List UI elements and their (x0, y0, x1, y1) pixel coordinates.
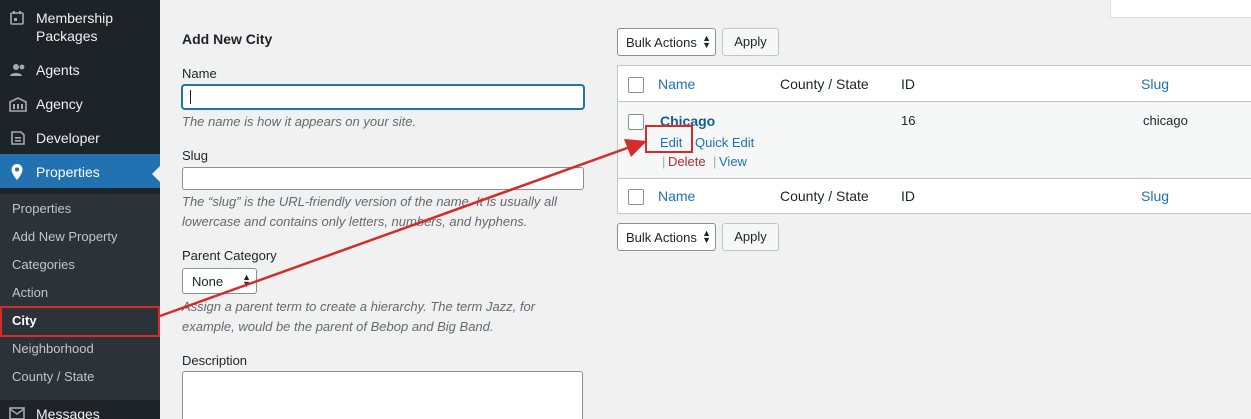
menu-label-agents: Agents (36, 62, 80, 78)
slug-help-line1: The “slug” is the URL-friendly version o… (182, 194, 557, 209)
calendar-icon (9, 10, 27, 28)
select-all-checkbox-footer[interactable] (628, 189, 644, 205)
column-name[interactable]: Name (658, 76, 695, 92)
submenu-item-add-new-property[interactable]: Add New Property (12, 228, 118, 246)
location-pin-icon (9, 163, 27, 181)
submenu-item-county-state[interactable]: County / State (12, 368, 94, 386)
admin-sidebar: Membership Packages Agents Agency Develo… (0, 0, 160, 419)
column-id: ID (901, 76, 915, 92)
parent-category-value: None (192, 274, 224, 289)
building-icon (9, 96, 27, 114)
apply-button-top[interactable]: Apply (722, 28, 779, 56)
menu-label-developer: Developer (36, 130, 100, 146)
select-arrows-icon: ▲ ▼ (702, 228, 711, 245)
select-all-checkbox[interactable] (628, 77, 644, 93)
bulk-actions-label: Bulk Actions (626, 35, 697, 50)
slug-input[interactable] (182, 167, 584, 190)
form-title: Add New City (182, 31, 273, 47)
text-caret (190, 90, 191, 104)
menu-item-membership-packages[interactable]: Membership Packages (0, 9, 160, 49)
quick-edit-link[interactable]: Quick Edit (695, 135, 754, 150)
submenu-item-action[interactable]: Action (12, 284, 48, 302)
menu-label-properties: Properties (36, 164, 100, 180)
menu-label-membership-line2: Packages (36, 28, 98, 44)
properties-submenu: Properties Add New Property Categories A… (0, 194, 160, 400)
parent-help-line2: example, would be the parent of Bebop an… (182, 319, 494, 334)
column-name-footer[interactable]: Name (658, 188, 695, 204)
search-input[interactable] (1110, 0, 1251, 18)
column-county-state-footer: County / State (780, 188, 869, 204)
submenu-item-neighborhood[interactable]: Neighborhood (12, 340, 94, 358)
menu-item-messages[interactable]: Messages (0, 405, 160, 419)
menu-item-agents[interactable]: Agents (0, 61, 160, 81)
column-slug-footer[interactable]: Slug (1141, 188, 1169, 204)
bulk-actions-select-top[interactable]: Bulk Actions ▲ ▼ (617, 28, 716, 56)
annotation-edit-highlight (645, 125, 693, 153)
table-row: Chicago 16 chicago Edit | Quick Edit | D… (618, 102, 1251, 178)
menu-label-agency: Agency (36, 96, 83, 112)
annotation-city-highlight (0, 306, 160, 337)
description-label: Description (182, 353, 248, 368)
description-textarea[interactable] (182, 371, 583, 419)
menu-item-agency[interactable]: Agency (0, 95, 160, 115)
slug-label: Slug (182, 148, 209, 163)
column-id-footer: ID (901, 188, 915, 204)
term-slug: chicago (1143, 113, 1188, 128)
row-action-separator: | (713, 154, 717, 169)
terms-table: Name County / State ID Slug Chicago 16 c… (617, 65, 1251, 214)
menu-label-messages: Messages (36, 406, 100, 419)
submenu-item-properties[interactable]: Properties (12, 200, 71, 218)
code-icon (9, 130, 27, 148)
menu-label-membership-line1: Membership (36, 10, 114, 26)
column-slug[interactable]: Slug (1141, 76, 1169, 92)
row-checkbox[interactable] (628, 114, 644, 130)
name-help: The name is how it appears on your site. (182, 114, 417, 129)
name-input[interactable] (182, 85, 584, 109)
bulk-actions-label: Bulk Actions (626, 230, 697, 245)
term-id: 16 (901, 113, 916, 128)
menu-item-developer[interactable]: Developer (0, 129, 160, 149)
apply-button-bottom[interactable]: Apply (722, 223, 779, 251)
submenu-item-categories[interactable]: Categories (12, 256, 75, 274)
table-header: Name County / State ID Slug (618, 66, 1251, 102)
users-icon (9, 62, 27, 80)
view-link[interactable]: View (719, 154, 747, 169)
parent-help-line1: Assign a parent term to create a hierarc… (182, 299, 536, 314)
select-arrows-icon: ▲ ▼ (242, 272, 251, 289)
column-county-state: County / State (780, 76, 869, 92)
slug-help-line2: lowercase and contains only letters, num… (182, 214, 528, 229)
parent-category-select[interactable]: None ▲ ▼ (182, 268, 257, 294)
parent-category-label: Parent Category (182, 248, 277, 263)
table-footer: Name County / State ID Slug (618, 178, 1251, 214)
name-label: Name (182, 66, 217, 81)
select-arrows-icon: ▲ ▼ (702, 33, 711, 50)
menu-item-properties[interactable]: Properties (0, 154, 160, 188)
active-menu-arrow (152, 166, 160, 182)
bulk-actions-select-bottom[interactable]: Bulk Actions ▲ ▼ (617, 223, 716, 251)
row-action-separator: | (662, 154, 666, 169)
mail-icon (9, 407, 27, 419)
delete-link[interactable]: Delete (668, 154, 706, 169)
